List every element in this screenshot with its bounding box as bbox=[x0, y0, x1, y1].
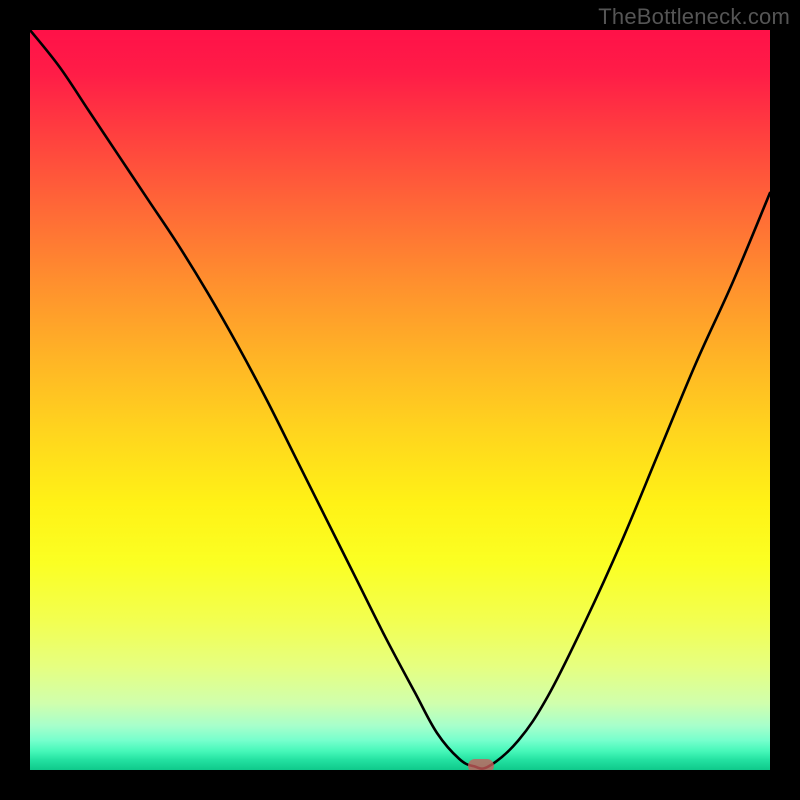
bottleneck-curve-path bbox=[30, 30, 770, 769]
plot-area bbox=[30, 30, 770, 770]
watermark-text: TheBottleneck.com bbox=[598, 4, 790, 30]
chart-frame: TheBottleneck.com bbox=[0, 0, 800, 800]
bottleneck-curve-svg bbox=[30, 30, 770, 770]
optimum-marker bbox=[468, 759, 494, 770]
